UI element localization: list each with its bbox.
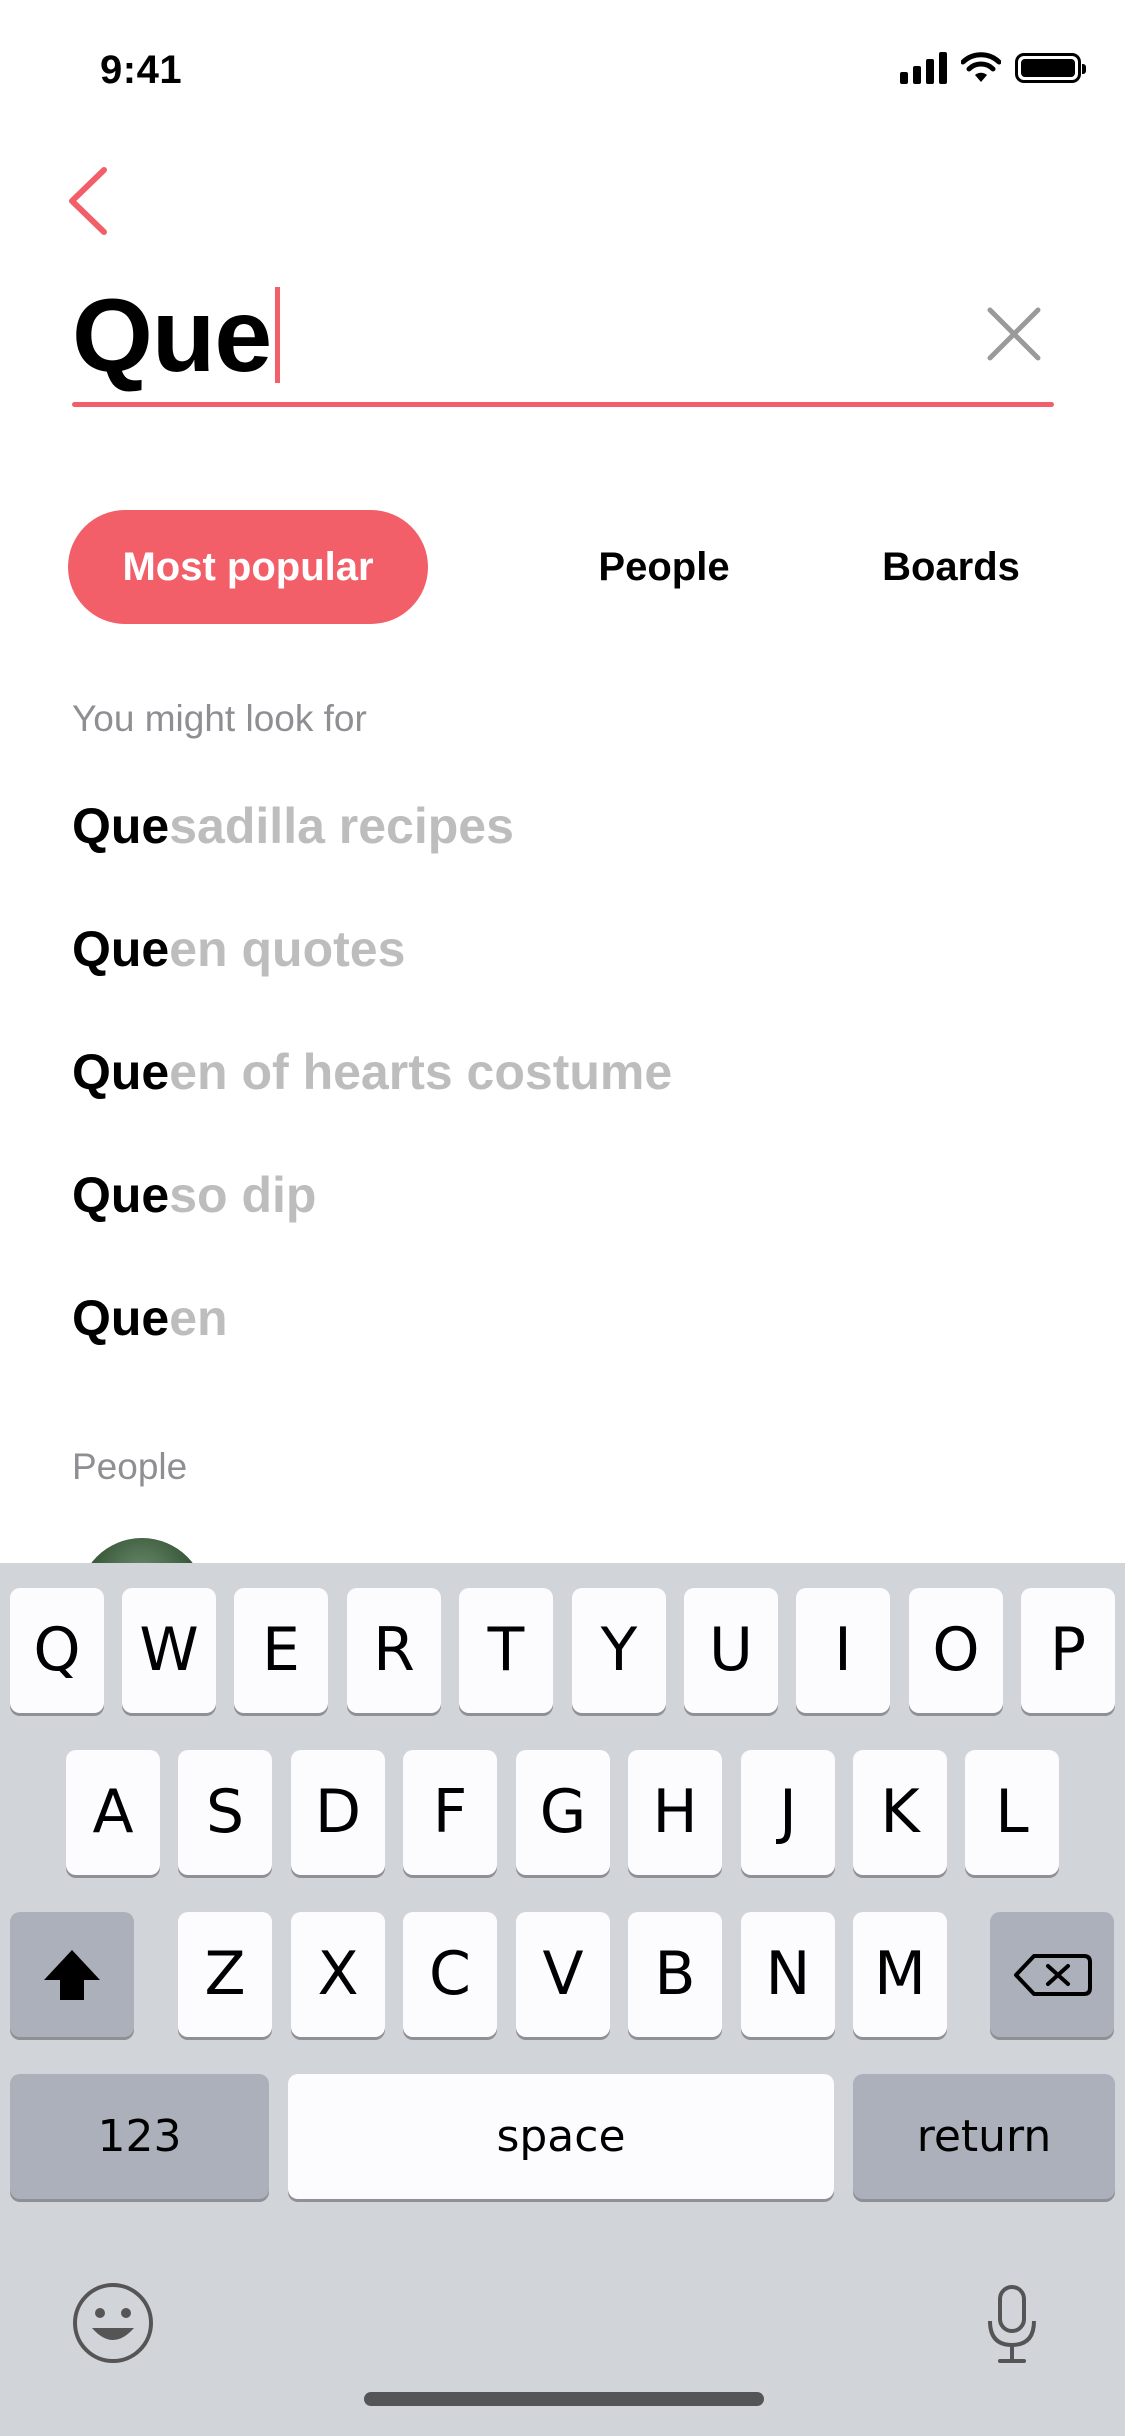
key-b[interactable]: B	[628, 1912, 722, 2037]
key-r[interactable]: R	[347, 1588, 441, 1713]
key-e[interactable]: E	[234, 1588, 328, 1713]
search-input-value: Que	[72, 278, 272, 394]
key-x[interactable]: X	[291, 1912, 385, 2037]
key-k[interactable]: K	[853, 1750, 947, 1875]
key-g[interactable]: G	[516, 1750, 610, 1875]
key-v[interactable]: V	[516, 1912, 610, 2037]
key-d[interactable]: D	[291, 1750, 385, 1875]
key-t[interactable]: T	[459, 1588, 553, 1713]
suggestion-item[interactable]: Queen quotes	[72, 909, 1052, 1032]
emoji-icon[interactable]	[70, 2280, 156, 2366]
search-field[interactable]: Que	[72, 270, 1054, 410]
wifi-icon	[961, 52, 1001, 82]
key-j[interactable]: J	[741, 1750, 835, 1875]
key-s[interactable]: S	[178, 1750, 272, 1875]
text-caret	[275, 287, 281, 383]
shift-arrow-icon	[44, 1950, 100, 2000]
key-i[interactable]: I	[796, 1588, 890, 1713]
suggestion-typed: Que	[72, 1167, 170, 1223]
key-a[interactable]: A	[66, 1750, 160, 1875]
suggestion-completion: sadilla recipes	[169, 798, 514, 854]
tab-boards[interactable]: Boards	[790, 510, 1112, 624]
key-h[interactable]: H	[628, 1750, 722, 1875]
suggestion-list: Quesadilla recipes Queen quotes Queen of…	[72, 786, 1052, 1401]
backspace-icon	[1014, 1954, 1092, 1996]
key-c[interactable]: C	[403, 1912, 497, 2037]
suggestion-item[interactable]: Queen of hearts costume	[72, 1032, 1052, 1155]
filter-tabs: Most popular People Boards	[68, 510, 1058, 624]
space-key[interactable]: space	[288, 2074, 834, 2199]
shift-key[interactable]	[10, 1912, 134, 2037]
suggestion-typed: Que	[72, 921, 170, 977]
status-time: 9:41	[100, 48, 183, 92]
suggestion-item[interactable]: Queso dip	[72, 1155, 1052, 1278]
suggestion-completion: en of hearts costume	[169, 1044, 673, 1100]
suggestion-item[interactable]: Quesadilla recipes	[72, 786, 1052, 909]
numbers-key[interactable]: 123	[10, 2074, 269, 2199]
key-o[interactable]: O	[909, 1588, 1003, 1713]
keyboard: Q W E R T Y U I O P A S D F G H J K L Z …	[0, 1563, 1125, 2436]
battery-icon	[1015, 53, 1086, 83]
return-key[interactable]: return	[853, 2074, 1115, 2199]
tab-people[interactable]: People	[508, 510, 820, 624]
people-section-label: People	[72, 1446, 188, 1487]
suggestions-section-label: You might look for	[72, 698, 367, 739]
microphone-icon[interactable]	[986, 2283, 1038, 2367]
back-chevron-icon[interactable]	[62, 164, 122, 238]
key-y[interactable]: Y	[572, 1588, 666, 1713]
status-bar: 9:41	[0, 0, 1125, 132]
home-indicator[interactable]	[364, 2392, 764, 2406]
suggestion-completion: en quotes	[169, 921, 406, 977]
tab-most-popular[interactable]: Most popular	[68, 510, 428, 624]
delete-key[interactable]	[990, 1912, 1114, 2037]
key-f[interactable]: F	[403, 1750, 497, 1875]
search-input[interactable]: Que	[72, 276, 281, 396]
key-u[interactable]: U	[684, 1588, 778, 1713]
suggestion-typed: Que	[72, 1044, 170, 1100]
key-p[interactable]: P	[1021, 1588, 1115, 1713]
key-n[interactable]: N	[741, 1912, 835, 2037]
search-underline	[72, 402, 1054, 407]
key-z[interactable]: Z	[178, 1912, 272, 2037]
suggestion-item[interactable]: Queen	[72, 1278, 1052, 1401]
suggestion-completion: so dip	[169, 1167, 317, 1223]
status-icons	[900, 52, 1086, 84]
suggestion-typed: Que	[72, 798, 170, 854]
key-q[interactable]: Q	[10, 1588, 104, 1713]
key-m[interactable]: M	[853, 1912, 947, 2037]
key-w[interactable]: W	[122, 1588, 216, 1713]
clear-search-icon[interactable]	[986, 306, 1042, 362]
suggestion-completion: en	[169, 1290, 228, 1346]
cellular-signal-icon	[900, 52, 947, 84]
suggestion-typed: Que	[72, 1290, 170, 1346]
key-l[interactable]: L	[965, 1750, 1059, 1875]
